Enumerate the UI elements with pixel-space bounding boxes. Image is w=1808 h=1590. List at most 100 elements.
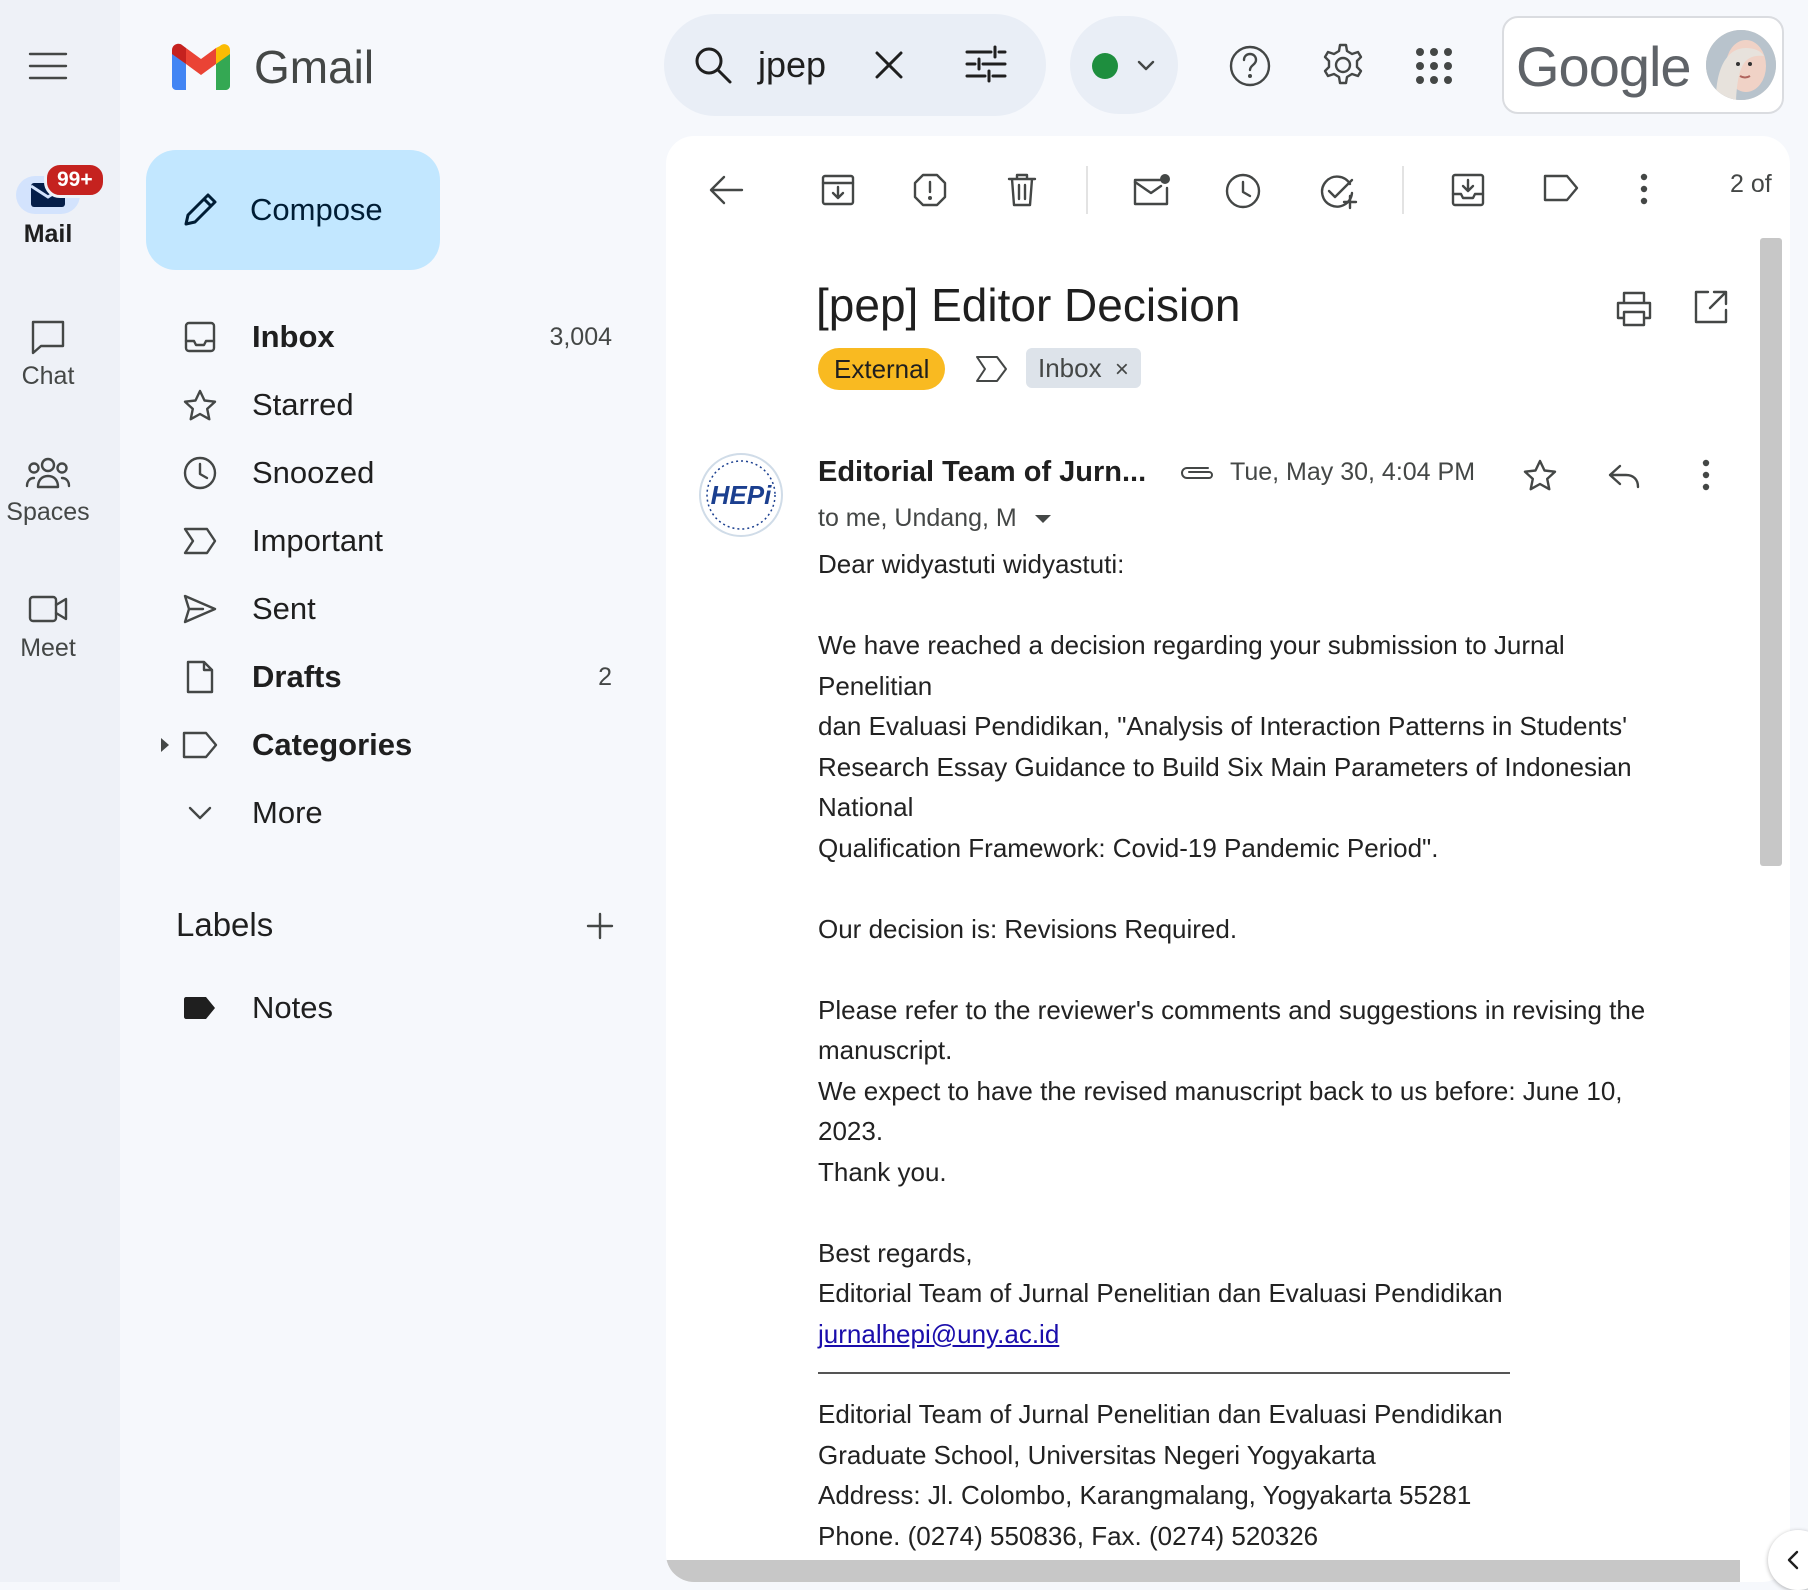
sidebar-item-sent[interactable]: Sent [146, 579, 626, 639]
body-greeting: Dear widyastuti widyastuti: [818, 549, 1125, 579]
body-paragraph: We have reached a decision regarding you… [818, 630, 1632, 863]
toolbar-divider [1086, 166, 1088, 214]
sidebar-item-label: Inbox [252, 319, 335, 354]
compose-button[interactable]: Compose [146, 150, 440, 270]
sidebar-item-label: Starred [252, 387, 354, 422]
pagination-label: 2 of [1730, 170, 1772, 198]
help-icon[interactable] [1228, 44, 1272, 88]
mark-unread-icon[interactable] [1132, 172, 1172, 208]
footer-line: Phone. (0274) 550836, Fax. (0274) 520326 [818, 1520, 1319, 1551]
recipients-label: to me, Undang, M [818, 504, 1017, 532]
pencil-icon [184, 193, 217, 226]
label-icon[interactable] [1542, 172, 1580, 204]
chevron-down-icon [172, 803, 228, 823]
google-wordmark: Google [1516, 35, 1692, 98]
gmail-wordmark: Gmail [254, 41, 375, 93]
sidebar-item-label: More [252, 795, 323, 830]
rail-meet[interactable]: Meet [0, 590, 96, 663]
apps-grid-icon[interactable] [1414, 46, 1454, 86]
important-icon [172, 526, 228, 556]
sender-avatar-text: HEPi [711, 480, 772, 510]
add-task-icon[interactable] [1318, 172, 1360, 210]
drafts-count: 2 [598, 662, 612, 691]
attachment-icon [1178, 462, 1216, 484]
rail-spaces-label: Spaces [6, 498, 90, 526]
chat-icon [16, 318, 80, 356]
delete-trash-icon[interactable] [1006, 172, 1038, 208]
spaces-icon [16, 454, 80, 492]
search-options-icon[interactable] [964, 44, 1008, 84]
account-switcher[interactable]: Google [1502, 16, 1784, 114]
sender-name[interactable]: Editorial Team of Jurn... [818, 456, 1146, 489]
report-spam-icon[interactable] [912, 172, 948, 208]
search-bar[interactable]: jpep [664, 14, 1046, 116]
toolbar-divider [1402, 166, 1404, 214]
sidebar-item-label: Notes [252, 990, 333, 1025]
sidebar-item-inbox[interactable]: Inbox 3,004 [146, 307, 626, 367]
compose-label: Compose [250, 192, 383, 227]
more-vert-icon[interactable] [1700, 458, 1712, 492]
footer-line: Address: Jl. Colombo, Karangmalang, Yogy… [818, 1480, 1472, 1510]
settings-gear-icon[interactable] [1320, 42, 1366, 88]
reply-icon[interactable] [1606, 462, 1642, 490]
message-body: Dear widyastuti widyastuti: We have reac… [818, 544, 1718, 1556]
rail-chat[interactable]: Chat [0, 318, 96, 391]
gmail-logo[interactable]: Gmail [168, 40, 374, 94]
caret-down-icon [1034, 515, 1051, 524]
sidebar-item-categories[interactable]: Categories [146, 715, 626, 775]
vertical-scrollbar[interactable] [1760, 238, 1782, 866]
rail-meet-label: Meet [20, 634, 76, 662]
navigation-rail: Mail 99+ Chat Spaces Meet [0, 0, 120, 1582]
star-icon [172, 388, 228, 422]
search-input[interactable]: jpep [758, 44, 826, 86]
chevron-left-icon [1786, 1550, 1800, 1570]
sidebar-item-label: Snoozed [252, 455, 375, 490]
message-datetime: Tue, May 30, 4:04 PM [1230, 458, 1476, 486]
inbox-chip-label: Inbox [1038, 353, 1102, 383]
remove-label-icon[interactable]: × [1115, 356, 1129, 383]
snooze-clock-icon[interactable] [1224, 172, 1262, 210]
add-label-icon[interactable] [584, 910, 616, 942]
labels-heading: Labels [176, 906, 274, 943]
sidebar-item-label: Important [252, 523, 383, 558]
email-subject: [pep] Editor Decision [816, 279, 1241, 331]
rail-spaces[interactable]: Spaces [0, 454, 96, 527]
star-icon[interactable] [1522, 458, 1558, 492]
body-paragraph: Please refer to the reviewer's comments … [818, 994, 1646, 1187]
sidebar-item-more[interactable]: More [146, 783, 626, 843]
sidebar-item-label: Categories [252, 727, 413, 762]
sidebar-label-notes[interactable]: Notes [146, 978, 626, 1038]
search-icon[interactable] [692, 44, 734, 86]
print-icon[interactable] [1614, 290, 1654, 328]
back-arrow-icon[interactable] [706, 172, 746, 208]
chevron-down-icon [1136, 60, 1156, 72]
sender-avatar: HEPi [698, 452, 784, 538]
footer-line: Graduate School, Universitas Negeri Yogy… [818, 1439, 1376, 1470]
sidebar-item-drafts[interactable]: Drafts 2 [146, 647, 626, 707]
inbox-count: 3,004 [549, 322, 612, 351]
inbox-chip: Inbox × [1026, 348, 1141, 388]
recipients[interactable]: to me, Undang, M [818, 504, 1052, 533]
status-selector[interactable] [1070, 16, 1178, 114]
external-chip: External [818, 348, 946, 390]
main-menu-icon[interactable] [26, 46, 70, 86]
sidebar-item-snoozed[interactable]: Snoozed [146, 443, 626, 503]
move-to-icon[interactable] [1450, 172, 1486, 208]
avatar[interactable] [1706, 30, 1776, 100]
sidebar-item-important[interactable]: Important [146, 511, 626, 571]
clear-search-icon[interactable] [872, 48, 906, 82]
sidebar-item-label: Drafts [252, 659, 342, 694]
clock-icon [172, 455, 228, 491]
rail-mail-label: Mail [23, 220, 73, 248]
archive-icon[interactable] [820, 172, 856, 208]
body-signature: Editorial Team of Jurnal Penelitian dan … [818, 1278, 1503, 1308]
open-new-window-icon[interactable] [1692, 288, 1730, 326]
more-vert-icon[interactable] [1638, 172, 1650, 206]
sidebar-item-starred[interactable]: Starred [146, 375, 626, 435]
email-link[interactable]: jurnalhepi@uny.ac.id [818, 1319, 1059, 1349]
status-dot [1092, 53, 1118, 79]
draft-icon [172, 659, 228, 695]
horizontal-scrollbar[interactable] [666, 1560, 1740, 1582]
important-marker-icon[interactable] [974, 354, 1010, 384]
gmail-logo-icon [172, 43, 230, 90]
